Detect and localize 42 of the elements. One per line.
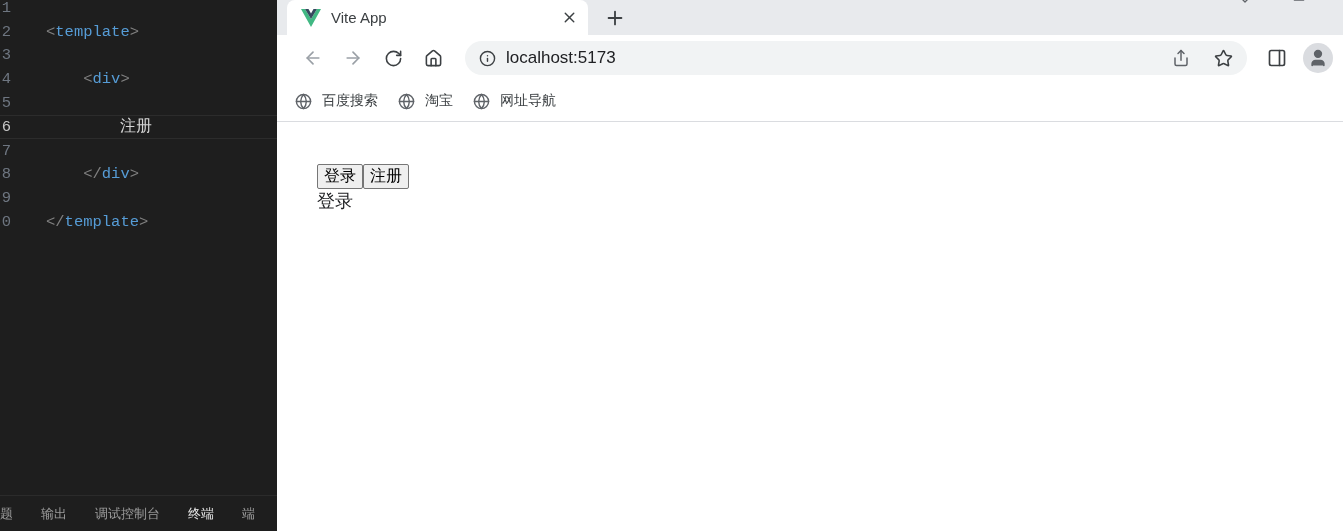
reload-icon <box>383 48 403 68</box>
code-text: <div> <box>82 70 130 89</box>
browser-tab[interactable]: Vite App <box>287 0 588 35</box>
info-icon[interactable] <box>479 49 496 67</box>
line-number: 5 <box>0 94 11 113</box>
globe-icon <box>398 92 415 110</box>
bookmark-link[interactable]: 网址导航 <box>500 92 556 110</box>
profile-avatar[interactable] <box>1303 43 1333 73</box>
person-icon <box>1308 48 1328 68</box>
line-number: 4 <box>0 70 11 89</box>
star-icon[interactable] <box>1214 48 1233 68</box>
line-number: 1 <box>0 0 11 17</box>
code-text: </div> <box>82 165 140 184</box>
line-number: 2 <box>0 22 11 41</box>
code-text: 注册 <box>119 116 153 138</box>
tab-title: Vite App <box>331 9 388 26</box>
share-icon[interactable] <box>1172 49 1190 67</box>
globe-icon <box>295 92 312 110</box>
vue-logo-icon <box>301 8 321 27</box>
page-button[interactable]: 注册 <box>363 164 409 189</box>
line-number: 7 <box>0 141 11 160</box>
panel-tab[interactable]: 调试控制台 <box>95 504 160 523</box>
bookmark-link[interactable]: 淘宝 <box>425 92 453 110</box>
side-panel-icon[interactable] <box>1267 48 1287 68</box>
line-number: 9 <box>0 189 11 208</box>
output-text: 登录 <box>317 190 354 213</box>
address-bar[interactable]: localhost:5173 <box>465 41 1247 75</box>
panel-tab[interactable]: 端 <box>242 504 255 523</box>
home-icon <box>423 48 443 68</box>
panel-tab[interactable]: 终端 <box>188 504 214 523</box>
address-text: localhost:5173 <box>506 48 617 68</box>
bookmark-link[interactable]: 百度搜索 <box>322 92 378 110</box>
line-number: 0 <box>0 213 11 232</box>
panel-tab[interactable]: 输出 <box>41 504 67 523</box>
code-text: </template> <box>46 213 149 232</box>
code-text: <template> <box>46 22 140 41</box>
line-number: 6 <box>0 117 11 136</box>
page-button[interactable]: 登录 <box>317 164 363 189</box>
line-number: 8 <box>0 165 11 184</box>
globe-icon <box>473 92 490 110</box>
line-number: 3 <box>0 46 11 65</box>
panel-tab[interactable]: 题 <box>0 504 13 523</box>
